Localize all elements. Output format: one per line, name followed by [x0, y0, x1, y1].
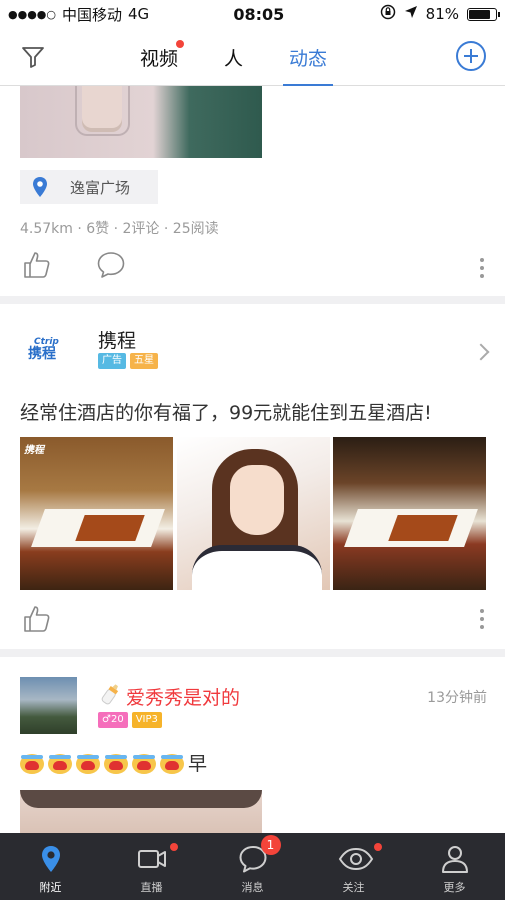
status-left: ●●●●○ 中国移动 4G — [8, 4, 198, 25]
ad-text: 经常住酒店的你有福了，99元就能住到五星酒店! — [20, 402, 432, 424]
filter-icon[interactable] — [20, 44, 46, 70]
person-icon — [439, 843, 471, 875]
notification-dot — [176, 40, 185, 48]
location-name: 逸富广场 — [70, 178, 131, 197]
battery-icon — [467, 7, 500, 21]
top-nav-bar: 视频 人 动态 — [0, 28, 505, 86]
photo-figure-shape — [82, 86, 122, 132]
logo-text-bottom: 携程 — [28, 346, 56, 362]
tab-more[interactable]: 更多 — [404, 833, 505, 900]
location-pin-icon — [20, 170, 60, 204]
ad-image-hotel-room-1[interactable]: 携程 — [20, 437, 173, 590]
tab-moments[interactable]: 动态 — [283, 28, 334, 86]
top-tabs: 视频 人 动态 — [140, 28, 373, 86]
comment-icon[interactable] — [96, 250, 126, 280]
crying-emoji-icon — [76, 752, 100, 774]
ctrip-logo: Ctrip 携程 — [20, 338, 76, 364]
video-camera-icon — [136, 843, 178, 875]
status-time: 08:05 — [233, 4, 285, 24]
ad-badge: 广告 — [98, 353, 126, 369]
location-pin-icon — [35, 843, 67, 875]
crying-emoji-icon — [160, 752, 184, 774]
image-watermark: 携程 — [24, 445, 44, 456]
more-options-icon[interactable] — [479, 609, 485, 633]
advertiser-name: 携程 — [98, 330, 137, 352]
vip-badge: VIP3 — [131, 712, 162, 728]
post-meta: 4.57km · 6赞 · 2评论 · 25阅读 — [20, 221, 219, 237]
like-icon[interactable] — [22, 250, 52, 280]
bed-runner-shape — [388, 515, 458, 541]
tab-more-label: 更多 — [443, 881, 466, 894]
tab-video-label: 视频 — [140, 48, 179, 70]
baby-bottle-icon — [98, 681, 122, 712]
more-options-icon[interactable] — [479, 258, 485, 282]
post-text: 早 — [20, 749, 207, 776]
crying-emoji-icon — [20, 752, 44, 774]
eye-icon — [338, 843, 382, 875]
post-text-suffix: 早 — [188, 753, 208, 775]
tab-messages-label: 消息 — [241, 881, 264, 894]
location-arrow-icon — [404, 5, 418, 23]
tab-nearby[interactable]: 附近 — [0, 833, 101, 900]
age-badge: ♂20 — [98, 712, 128, 728]
feed-card-post: 逸富广场 4.57km · 6赞 · 2评论 · 25阅读 — [0, 86, 505, 296]
ad-image-portrait[interactable] — [177, 437, 330, 590]
unread-badge: 1 — [260, 835, 281, 855]
status-right: 81% — [380, 4, 500, 24]
feed-card-ad[interactable]: Ctrip 携程 携程 广告 五星 经常住酒店的你有福了，99元就能住到五星酒店… — [0, 304, 505, 649]
tab-moments-label: 动态 — [289, 48, 328, 70]
ad-image-hotel-room-2[interactable] — [333, 437, 486, 590]
photo-hair-shape — [20, 790, 262, 808]
chat-bubble-icon: 1 — [237, 835, 281, 875]
location-tag[interactable]: 逸富广场 — [20, 170, 158, 204]
five-star-badge: 五星 — [130, 353, 158, 369]
portrait-shape — [192, 449, 322, 590]
post-photo[interactable] — [20, 790, 262, 837]
avatar[interactable] — [20, 677, 77, 734]
bottom-tab-bar: 附近 直播 1 消息 关注 更多 — [0, 833, 505, 900]
like-icon[interactable] — [22, 604, 52, 634]
tab-live[interactable]: 直播 — [101, 833, 202, 900]
tab-video[interactable]: 视频 — [140, 28, 185, 86]
network-type: 4G — [128, 5, 150, 23]
add-post-button[interactable] — [456, 41, 486, 71]
tab-people-label: 人 — [224, 48, 244, 70]
tab-follow[interactable]: 关注 — [303, 833, 404, 900]
tab-people[interactable]: 人 — [224, 28, 243, 86]
feed-card-user-post: 爱秀秀是对的 13分钟前 ♂20 VIP3 早 — [0, 657, 505, 837]
notification-dot — [373, 843, 382, 851]
carrier-name: 中国移动 — [62, 5, 123, 24]
status-bar: ●●●●○ 中国移动 4G 08:05 81% — [0, 0, 505, 28]
crying-emoji-icon — [104, 752, 128, 774]
username[interactable]: 爱秀秀是对的 — [126, 683, 240, 710]
post-time: 13分钟前 — [427, 690, 487, 706]
crying-emoji-icon — [48, 752, 72, 774]
bed-runner-shape — [75, 515, 145, 541]
battery-percent: 81% — [425, 5, 459, 23]
orientation-lock-icon — [380, 4, 396, 24]
chevron-right-icon[interactable] — [472, 343, 490, 361]
user-badges: ♂20 VIP3 — [98, 712, 162, 728]
tab-live-label: 直播 — [140, 881, 163, 894]
signal-strength-icon: ●●●●○ — [8, 7, 56, 21]
username-row: 爱秀秀是对的 — [98, 681, 240, 712]
ad-badges: 广告 五星 — [98, 353, 158, 369]
tab-messages[interactable]: 1 消息 — [202, 833, 303, 900]
crying-emoji-icon — [132, 752, 156, 774]
post-photo[interactable] — [20, 86, 262, 158]
notification-dot — [169, 843, 178, 851]
tab-nearby-label: 附近 — [39, 881, 62, 894]
tab-follow-label: 关注 — [342, 881, 365, 894]
